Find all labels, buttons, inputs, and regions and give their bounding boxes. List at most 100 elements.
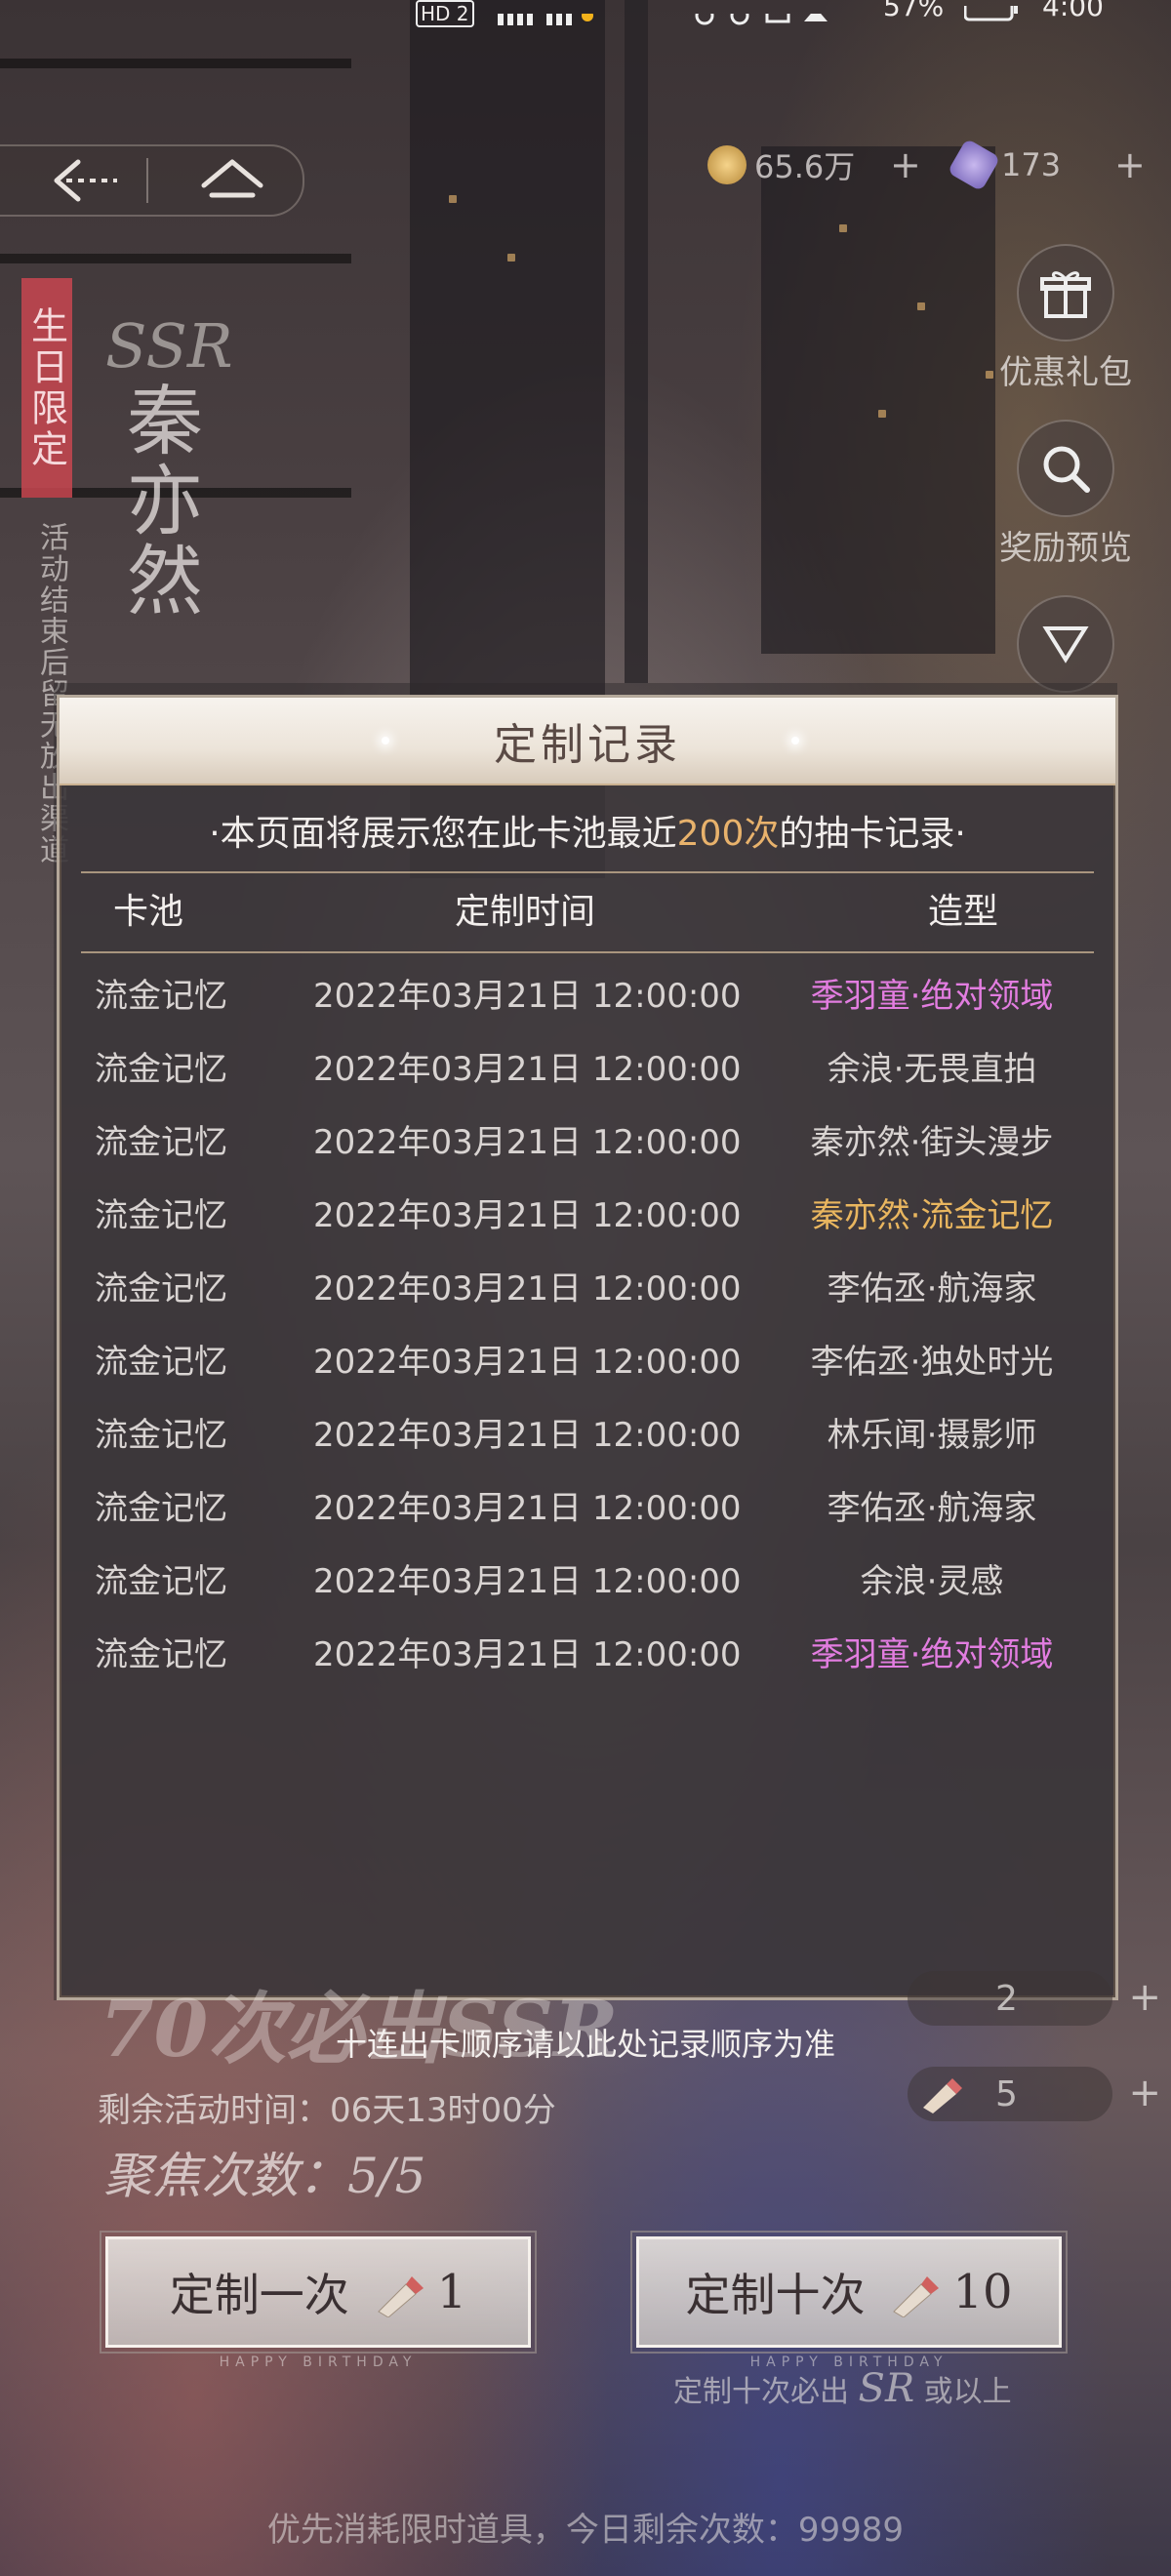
intro-prefix: ·本页面将展示您在此卡池最近	[209, 814, 677, 854]
button-subtext: HAPPY BIRTHDAY	[219, 2355, 418, 2370]
focus-count: 聚焦次数：5/5	[103, 2148, 426, 2204]
item-count: 5	[995, 2074, 1018, 2114]
gift-icon	[1017, 244, 1114, 342]
table-row: 流金记忆 2022年03月21日 12:00:00 季羽童·绝对领域	[60, 1628, 1115, 1701]
table-row: 流金记忆 2022年03月21日 12:00:00 余浪·无畏直拍	[60, 1042, 1115, 1115]
row-time: 2022年03月21日 12:00:00	[313, 1562, 742, 1601]
row-style: 林乐闻·摄影师	[827, 1416, 1037, 1455]
draw-ten-cost: 10	[952, 2265, 1013, 2319]
row-style: 李佑丞·独处时光	[810, 1343, 1054, 1382]
ribbon-icon	[1017, 595, 1114, 693]
battery-icon	[963, 0, 1019, 28]
table-row: 流金记忆 2022年03月21日 12:00:00 季羽童·绝对领域	[60, 969, 1115, 1042]
back-arrow-icon	[54, 159, 117, 202]
table-row: 流金记忆 2022年03月21日 12:00:00 秦亦然·流金记忆	[60, 1188, 1115, 1262]
gift-pack-button[interactable]: 优惠礼包	[988, 244, 1144, 393]
row-time: 2022年03月21日 12:00:00	[313, 1635, 742, 1674]
ten-note-suffix: 或以上	[923, 2375, 1012, 2409]
draw-once-button[interactable]: 定制一次 1 HAPPY BIRTHDAY	[100, 2231, 537, 2370]
dialog-header: 定制记录	[60, 698, 1115, 785]
table-row: 流金记忆 2022年03月21日 12:00:00 李佑丞·航海家	[60, 1481, 1115, 1554]
clock: 4:00	[1042, 0, 1104, 22]
row-pool: 流金记忆	[95, 977, 227, 1016]
sparkle-icon	[791, 737, 799, 745]
header-divider-top	[81, 871, 1094, 873]
side-button-partial[interactable]	[988, 595, 1144, 697]
diamond-icon	[947, 138, 1001, 192]
status-bar: HD 2 57% 4:00	[0, 0, 1171, 29]
item-add-button[interactable]: +	[1128, 2071, 1161, 2115]
draw-record-dialog: 定制记录 ·本页面将展示您在此卡池最近200次的抽卡记录· 卡池 定制时间 造型…	[57, 695, 1118, 2000]
row-pool: 流金记忆	[95, 1123, 227, 1162]
top-nav	[0, 144, 304, 217]
sparkle-icon	[382, 737, 389, 745]
draw-ten-button[interactable]: 定制十次 10 HAPPY BIRTHDAY	[630, 2231, 1068, 2370]
column-header-style: 造型	[928, 892, 999, 932]
order-note: 十连出卡顺序请以此处记录顺序为准	[335, 2026, 835, 2063]
draw-once-label: 定制一次	[169, 2269, 349, 2321]
status-icons	[695, 0, 851, 32]
ticket-pen-icon	[893, 2276, 940, 2317]
row-time: 2022年03月21日 12:00:00	[313, 1489, 742, 1528]
intro-suffix: 的抽卡记录·	[779, 814, 966, 854]
row-style: 季羽童·绝对领域	[810, 1635, 1054, 1674]
row-pool: 流金记忆	[95, 1343, 227, 1382]
row-style: 秦亦然·街头漫步	[810, 1123, 1054, 1162]
ten-note-prefix: 定制十次必出	[673, 2375, 849, 2409]
daily-remaining-note: 优先消耗限时道具，今日剩余次数：99989	[266, 2511, 905, 2550]
column-header-pool: 卡池	[113, 892, 184, 932]
limited-ribbon: 生日限定	[21, 278, 72, 498]
battery-percent: 57%	[883, 0, 945, 22]
home-button[interactable]	[174, 146, 291, 215]
row-style: 季羽童·绝对领域	[810, 977, 1054, 1016]
row-pool: 流金记忆	[95, 1196, 227, 1235]
row-style: 李佑丞·航海家	[827, 1489, 1037, 1528]
item-slot: 2 +	[908, 1971, 1161, 2026]
header-divider-bottom	[81, 951, 1094, 953]
reward-preview-button[interactable]: 奖励预览	[988, 420, 1144, 569]
row-time: 2022年03月21日 12:00:00	[313, 1269, 742, 1308]
signal-icon	[498, 0, 595, 32]
row-style: 秦亦然·流金记忆	[810, 1196, 1054, 1235]
magnifier-icon	[1017, 420, 1114, 517]
ten-draw-guarantee-note: 定制十次必出 SR 或以上	[673, 2366, 1012, 2411]
remaining-time: 剩余活动时间：06天13时00分	[98, 2091, 556, 2130]
item-slot: 5 +	[908, 2067, 1161, 2121]
ticket-pen-icon	[923, 2078, 962, 2113]
dialog-title: 定制记录	[494, 720, 681, 770]
character-name: 秦亦然	[114, 381, 202, 621]
dialog-intro: ·本页面将展示您在此卡池最近200次的抽卡记录·	[60, 805, 1115, 856]
diamond-add-button[interactable]: +	[1114, 143, 1146, 186]
row-pool: 流金记忆	[95, 1269, 227, 1308]
gold-amount: 65.6万	[754, 148, 856, 185]
row-time: 2022年03月21日 12:00:00	[313, 977, 742, 1016]
gold-add-button[interactable]: +	[890, 143, 921, 186]
column-header-time: 定制时间	[455, 892, 596, 932]
item-add-button[interactable]: +	[1128, 1975, 1161, 2020]
reward-preview-label: 奖励预览	[999, 529, 1132, 568]
table-row: 流金记忆 2022年03月21日 12:00:00 秦亦然·街头漫步	[60, 1115, 1115, 1188]
row-style: 李佑丞·航海家	[827, 1269, 1037, 1308]
table-row: 流金记忆 2022年03月21日 12:00:00 余浪·灵感	[60, 1554, 1115, 1628]
diamond-amount: 173	[1001, 146, 1062, 183]
draw-ten-label: 定制十次	[685, 2269, 866, 2321]
row-time: 2022年03月21日 12:00:00	[313, 1196, 742, 1235]
row-time: 2022年03月21日 12:00:00	[313, 1123, 742, 1162]
row-time: 2022年03月21日 12:00:00	[313, 1050, 742, 1089]
row-pool: 流金记忆	[95, 1050, 227, 1089]
item-count: 2	[995, 1979, 1018, 2019]
gold-currency: 65.6万	[707, 144, 855, 185]
table-row: 流金记忆 2022年03月21日 12:00:00 林乐闻·摄影师	[60, 1408, 1115, 1481]
row-style: 余浪·灵感	[860, 1562, 1004, 1601]
diamond-currency: 173	[947, 138, 1062, 192]
gold-coin-icon	[707, 145, 747, 184]
ten-note-rank: SR	[858, 2366, 915, 2411]
row-pool: 流金记忆	[95, 1416, 227, 1455]
table-row: 流金记忆 2022年03月21日 12:00:00 李佑丞·独处时光	[60, 1335, 1115, 1408]
ticket-pen-icon	[377, 2276, 424, 2317]
gift-pack-label: 优惠礼包	[999, 353, 1132, 392]
back-button[interactable]	[29, 146, 146, 215]
row-time: 2022年03月21日 12:00:00	[313, 1416, 742, 1455]
row-time: 2022年03月21日 12:00:00	[313, 1343, 742, 1382]
row-pool: 流金记忆	[95, 1562, 227, 1601]
